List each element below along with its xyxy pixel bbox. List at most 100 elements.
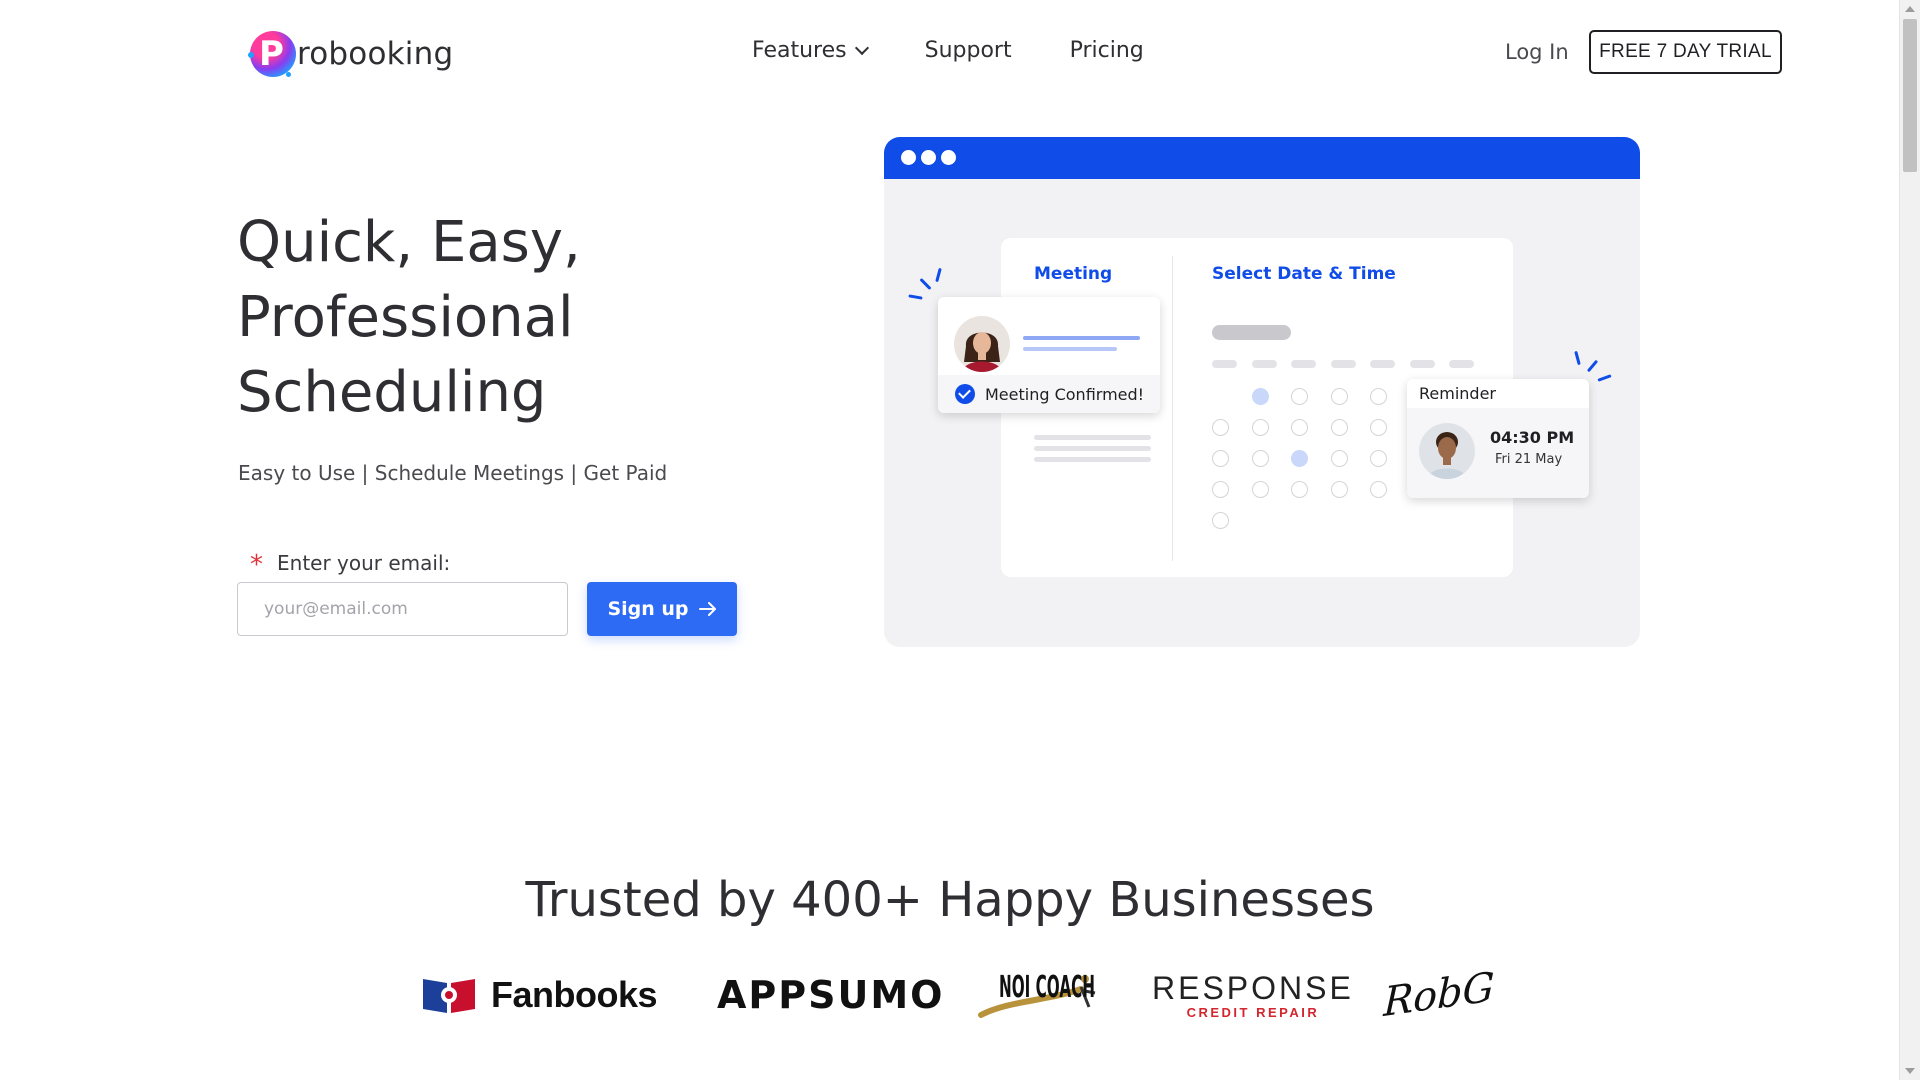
- woman-avatar-icon: [954, 316, 1010, 372]
- calendar-day: [1291, 450, 1308, 467]
- calendar-day: [1370, 450, 1387, 467]
- logo-dot-icon: [286, 72, 291, 77]
- window-dot-icon: [901, 150, 916, 165]
- brand-logo[interactable]: robooking: [248, 28, 454, 80]
- hero-subtitle: Easy to Use | Schedule Meetings | Get Pa…: [238, 461, 668, 485]
- client-logos: Fanbooks APPSUMO NOI COACH RESPONSE CRED…: [0, 960, 1900, 1030]
- calendar-day: [1291, 388, 1308, 405]
- calendar-day: [1291, 419, 1308, 436]
- calendar-day: [1331, 388, 1348, 405]
- calendar-day: [1212, 450, 1229, 467]
- nav-item-label: Support: [924, 38, 1012, 63]
- signup-button[interactable]: Sign up: [587, 582, 737, 636]
- reminder-card: Reminder 04:30 PM Fri 21 May: [1407, 379, 1589, 498]
- card-divider: [1172, 256, 1173, 561]
- spark-icon: [1574, 350, 1581, 366]
- scroll-up-icon[interactable]: [1905, 6, 1915, 12]
- calendar-day: [1370, 419, 1387, 436]
- response-wordmark: RESPONSE: [1152, 970, 1354, 1006]
- weekday-placeholder: [1370, 360, 1395, 368]
- nav-item-label: Pricing: [1069, 38, 1144, 63]
- meeting-confirmed-card: Meeting Confirmed!: [938, 297, 1160, 413]
- reminder-time: 04:30 PM: [1490, 428, 1575, 447]
- required-asterisk-icon: *: [250, 550, 263, 580]
- calendar-day: [1212, 512, 1229, 529]
- noi-coach-wordmark: NOI COACH: [999, 970, 1095, 1005]
- logo-dot-icon: [248, 52, 254, 58]
- email-input[interactable]: [237, 582, 568, 636]
- trusted-heading: Trusted by 400+ Happy Businesses: [525, 872, 1375, 928]
- nav-item-pricing[interactable]: Pricing: [1070, 38, 1144, 63]
- calendar-day: [1331, 450, 1348, 467]
- scroll-down-icon[interactable]: [1905, 1068, 1915, 1074]
- logo-mark-icon: [250, 31, 296, 77]
- spark-icon: [935, 267, 942, 283]
- robg-signature: RobG: [1382, 963, 1496, 1027]
- appsumo-wordmark: APPSUMO: [717, 973, 945, 1017]
- placeholder-line: [1034, 446, 1151, 451]
- response-tagline: CREDIT REPAIR: [1186, 1005, 1320, 1020]
- appsumo-logo: APPSUMO: [717, 960, 944, 1030]
- calendar-day: [1252, 481, 1269, 498]
- month-placeholder: [1212, 325, 1291, 340]
- hero-title-line: Scheduling: [237, 360, 547, 425]
- fanbooks-mark-icon: [423, 979, 475, 1013]
- calendar-day: [1331, 419, 1348, 436]
- calendar-day: [1252, 388, 1269, 405]
- calendar-day: [1370, 481, 1387, 498]
- avatar: [954, 316, 1010, 372]
- signup-button-label: Sign up: [607, 598, 689, 620]
- fanbooks-wordmark: Fanbooks: [491, 974, 658, 1015]
- calendar-day: [1212, 481, 1229, 498]
- calendar-day: [1252, 419, 1269, 436]
- spark-icon: [919, 277, 932, 291]
- email-label: * Enter your email:: [250, 548, 450, 580]
- arrow-right-icon: [698, 602, 716, 616]
- nav-item-features[interactable]: Features: [752, 38, 869, 63]
- man-avatar-icon: [1419, 423, 1475, 479]
- weekday-placeholder: [1331, 360, 1356, 368]
- spark-icon: [1586, 359, 1599, 373]
- scrollbar-thumb[interactable]: [1903, 19, 1917, 172]
- placeholder-line: [1034, 457, 1151, 462]
- placeholder-line: [1023, 336, 1140, 340]
- noi-coach-mark-icon: NOI COACH: [978, 970, 1096, 1018]
- hero-title-line: Quick, Easy,: [237, 210, 581, 275]
- chevron-down-icon: [854, 40, 869, 55]
- login-link[interactable]: Log In: [1505, 40, 1569, 64]
- weekday-placeholder: [1449, 360, 1474, 368]
- reminder-body: 04:30 PM Fri 21 May: [1407, 408, 1589, 498]
- logo-wordmark: robooking: [297, 36, 454, 72]
- hero-title: Quick, Easy, Professional Scheduling: [237, 205, 757, 430]
- meeting-label: Meeting: [1034, 264, 1113, 284]
- noi-coach-logo: NOI COACH: [977, 960, 1103, 1030]
- window-dot-icon: [941, 150, 956, 165]
- select-date-label: Select Date & Time: [1212, 264, 1396, 284]
- calendar-day: [1291, 481, 1308, 498]
- weekday-placeholder: [1252, 360, 1277, 368]
- hero-title-line: Professional: [237, 285, 574, 350]
- avatar: [1419, 423, 1475, 479]
- calendar-day: [1370, 388, 1387, 405]
- placeholder-line: [1023, 347, 1117, 351]
- meeting-confirmed-text: Meeting Confirmed!: [985, 384, 1145, 404]
- confirm-card-top: [938, 297, 1160, 375]
- spark-icon: [908, 294, 923, 300]
- page-scrollbar[interactable]: [1899, 0, 1920, 1080]
- main-nav: Features Support Pricing: [752, 38, 1202, 63]
- robg-logo: RobG: [1383, 960, 1495, 1030]
- spark-icon: [1597, 374, 1612, 382]
- reminder-date: Fri 21 May: [1495, 452, 1563, 467]
- confirm-card-bottom: Meeting Confirmed!: [938, 375, 1160, 413]
- browser-titlebar: [884, 137, 1640, 179]
- nav-item-support[interactable]: Support: [925, 38, 1012, 63]
- weekday-placeholder: [1212, 360, 1237, 368]
- window-dot-icon: [921, 150, 936, 165]
- weekday-placeholder: [1410, 360, 1435, 368]
- response-logo: RESPONSE CREDIT REPAIR: [1152, 960, 1354, 1030]
- weekday-placeholder: [1291, 360, 1316, 368]
- calendar-day: [1252, 450, 1269, 467]
- check-circle-icon: [955, 384, 975, 404]
- fanbooks-logo: Fanbooks: [421, 960, 658, 1030]
- free-trial-button[interactable]: FREE 7 DAY TRIAL: [1589, 30, 1782, 74]
